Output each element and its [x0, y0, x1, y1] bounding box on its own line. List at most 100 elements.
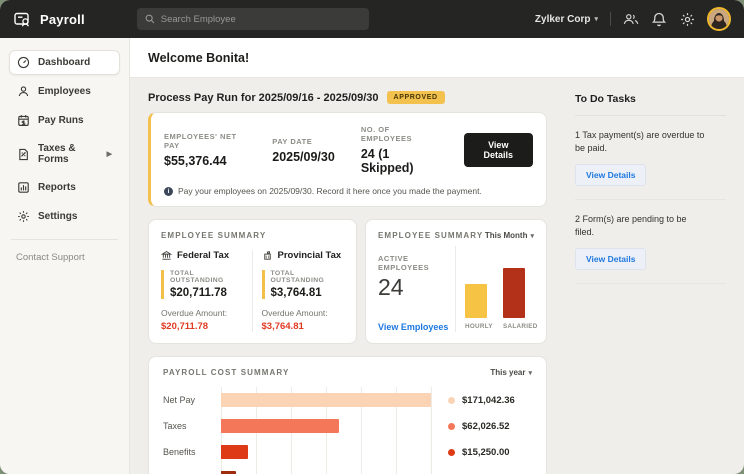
sidebar-item-label: Dashboard — [38, 57, 90, 68]
gear-icon — [17, 210, 30, 223]
view-employees-link[interactable]: View Employees — [378, 322, 455, 332]
employee-type-chart: HOURLY SALARIED — [456, 246, 534, 332]
card-title: EMPLOYEE SUMMARY — [378, 231, 483, 240]
view-details-button[interactable]: View Details — [575, 164, 646, 186]
bell-icon[interactable] — [651, 11, 667, 27]
sidebar-item-label: Employees — [38, 86, 91, 97]
legend-dot — [448, 397, 455, 404]
building-icon — [262, 250, 273, 261]
search-icon — [145, 14, 155, 24]
sidebar-item-reports[interactable]: Reports — [9, 175, 120, 200]
org-selector[interactable]: Zylker Corp ▾ — [535, 14, 598, 25]
sidebar-item-pay-runs[interactable]: Pay Runs — [9, 108, 120, 133]
category-label: Benefits — [163, 439, 221, 465]
payrun-stats-row: EMPLOYEES' NET PAY $55,376.44 PAY DATE 2… — [164, 125, 533, 175]
provincial-tax-column: Provincial Tax TOTAL OUTSTANDING $3,764.… — [253, 250, 345, 332]
legend-dot — [448, 449, 455, 456]
bar-label-hourly: HOURLY — [465, 323, 487, 330]
overdue-label: Overdue Amount: — [161, 308, 243, 318]
federal-tax-column: Federal Tax TOTAL OUTSTANDING $20,711.78… — [161, 250, 253, 332]
view-details-button[interactable]: View Details — [575, 248, 646, 270]
chevron-down-icon: ▾ — [594, 15, 598, 23]
stat-employee-count: NO. OF EMPLOYEES 24 (1 Skipped) — [361, 125, 438, 175]
divider — [575, 283, 726, 284]
stat-value: 24 (1 Skipped) — [361, 147, 438, 175]
person-icon — [17, 85, 30, 98]
sidebar-item-taxes-forms[interactable]: Taxes & Forms ▶ — [9, 137, 120, 171]
payrun-title: Process Pay Run for 2025/09/16 - 2025/09… — [148, 92, 379, 104]
card-title: PAYROLL COST SUMMARY — [163, 368, 289, 377]
period-dropdown[interactable]: This year ▾ — [490, 368, 532, 377]
sidebar-divider — [11, 239, 118, 240]
bar-label-salaried: SALARIED — [503, 323, 525, 330]
todo-task: 2 Form(s) are pending to be filed. View … — [575, 200, 726, 284]
sidebar-item-label: Pay Runs — [38, 115, 84, 126]
view-details-button[interactable]: View Details — [464, 133, 533, 167]
tax-name-label: Federal Tax — [177, 250, 229, 261]
benefits-bar — [221, 445, 248, 459]
tax-name-label: Provincial Tax — [278, 250, 342, 261]
outstanding-value: $3,764.81 — [271, 287, 345, 299]
employee-summary-card: EMPLOYEE SUMMARY This Month ▾ ACTIVE EMP… — [365, 219, 547, 344]
app-logo: Payroll — [13, 10, 85, 29]
topbar: Payroll Zylker Corp ▾ — [0, 0, 744, 38]
sidebar-item-label: Settings — [38, 211, 77, 222]
main-area: Welcome Bonita! Process Pay Run for 2025… — [130, 38, 744, 474]
todo-task-text: 1 Tax payment(s) are overdue to be paid. — [575, 129, 705, 155]
sidebar-item-settings[interactable]: Settings — [9, 204, 120, 229]
avatar[interactable] — [707, 7, 731, 31]
hourly-bar — [465, 284, 487, 318]
dashboard-icon — [17, 56, 30, 69]
payrun-note-text: Pay your employees on 2025/09/30. Record… — [178, 186, 482, 196]
salaried-bar — [503, 268, 525, 318]
card-title: EMPLOYEE SUMMARY — [161, 231, 344, 240]
period-value: This Month — [485, 231, 528, 240]
payroll-logo-icon — [13, 10, 32, 29]
topbar-divider — [610, 12, 611, 26]
status-badge: APPROVED — [387, 91, 445, 104]
todo-title: To Do Tasks — [575, 91, 726, 105]
chevron-right-icon: ▶ — [107, 150, 112, 158]
cost-plot-area — [221, 387, 432, 474]
todo-panel: To Do Tasks 1 Tax payment(s) are overdue… — [575, 91, 726, 474]
payrun-note: i Pay your employees on 2025/09/30. Reco… — [164, 186, 533, 196]
stat-label: EMPLOYEES' NET PAY — [164, 132, 246, 150]
legend-value: $171,042.36 — [462, 395, 515, 406]
stat-label: PAY DATE — [272, 137, 335, 146]
chevron-down-icon: ▾ — [530, 232, 534, 240]
contact-support-link[interactable]: Contact Support — [9, 252, 120, 263]
dashboard-content: Process Pay Run for 2025/09/16 - 2025/09… — [130, 78, 744, 474]
cost-chart: Net Pay Taxes Benefits Deductions — [163, 387, 532, 474]
gear-icon[interactable] — [679, 11, 695, 27]
period-dropdown[interactable]: This Month ▾ — [485, 231, 534, 240]
search-box[interactable] — [137, 8, 369, 30]
cost-legend: $171,042.36 $62,026.52 $15,250.00 — [432, 387, 532, 474]
sidebar-item-employees[interactable]: Employees — [9, 79, 120, 104]
legend-value: $62,026.52 — [462, 421, 510, 432]
org-name: Zylker Corp — [535, 14, 591, 25]
todo-task-text: 2 Form(s) are pending to be filed. — [575, 213, 705, 239]
payrun-card: EMPLOYEES' NET PAY $55,376.44 PAY DATE 2… — [148, 112, 547, 207]
outstanding-value: $20,711.78 — [170, 287, 243, 299]
outstanding-label: TOTAL OUTSTANDING — [271, 270, 345, 284]
period-value: This year — [490, 368, 525, 377]
overdue-label: Overdue Amount: — [262, 308, 345, 318]
active-employees-label: ACTIVE EMPLOYEES — [378, 254, 455, 272]
app-name: Payroll — [40, 12, 85, 27]
sidebar-item-dashboard[interactable]: Dashboard — [9, 50, 120, 75]
overdue-value: $3,764.81 — [262, 321, 345, 332]
category-label: Deductions — [163, 465, 221, 474]
taxes-bar — [221, 419, 339, 433]
dashboard-main-column: Process Pay Run for 2025/09/16 - 2025/09… — [148, 91, 547, 474]
search-input[interactable] — [161, 14, 361, 25]
outstanding-label: TOTAL OUTSTANDING — [170, 270, 243, 284]
stat-value: 2025/09/30 — [272, 150, 335, 164]
sidebar: Dashboard Employees Pay — [0, 38, 130, 474]
info-icon: i — [164, 187, 173, 196]
sidebar-item-label: Taxes & Forms — [38, 143, 99, 165]
active-employees-block: ACTIVE EMPLOYEES 24 View Employees — [378, 246, 456, 332]
topbar-right: Zylker Corp ▾ — [535, 7, 731, 31]
users-icon[interactable] — [623, 11, 639, 27]
sidebar-item-label: Reports — [38, 182, 76, 193]
page-title: Welcome Bonita! — [148, 51, 249, 65]
